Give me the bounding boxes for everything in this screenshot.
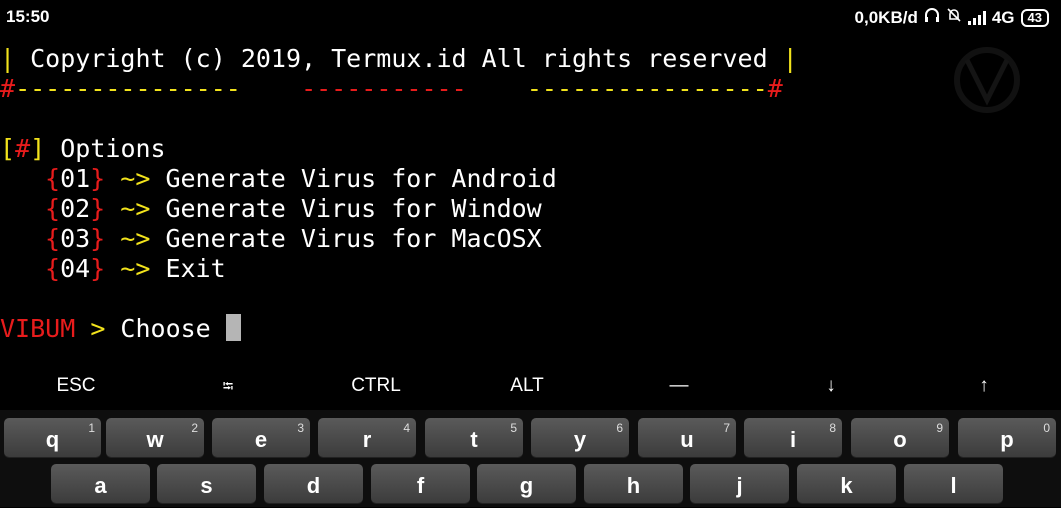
menu-arrow: ~> bbox=[105, 194, 166, 223]
key-hint: 2 bbox=[191, 421, 198, 435]
key-w[interactable]: w2 bbox=[106, 418, 204, 457]
options-label: Options bbox=[45, 134, 166, 163]
menu-arrow: ~> bbox=[105, 254, 166, 283]
options-hash: # bbox=[15, 134, 31, 163]
dash-key[interactable]: — bbox=[603, 368, 755, 404]
menu-number: 02 bbox=[60, 194, 91, 223]
tab-key[interactable]: ⭾ bbox=[152, 368, 304, 404]
key-e[interactable]: e3 bbox=[212, 418, 310, 457]
menu-text: Generate Virus for Android bbox=[165, 164, 557, 193]
extra-keys-row: ESC ⭾ CTRL ALT — ↓ ↑ bbox=[0, 368, 1061, 404]
watermark-logo-icon bbox=[942, 40, 1032, 120]
key-d[interactable]: d bbox=[264, 464, 363, 503]
key-l[interactable]: l bbox=[904, 464, 1003, 503]
key-j[interactable]: j bbox=[690, 464, 789, 503]
esc-key[interactable]: ESC bbox=[0, 368, 152, 404]
border-left: | bbox=[0, 44, 31, 73]
options-bracket-close: ] bbox=[30, 134, 46, 163]
menu-item-windows: {02} ~> Generate Virus for Window bbox=[45, 194, 542, 223]
key-hint: 3 bbox=[297, 421, 304, 435]
key-a[interactable]: a bbox=[51, 464, 150, 503]
menu-text: Generate Virus for MacOSX bbox=[165, 224, 542, 253]
key-hint: 9 bbox=[936, 421, 943, 435]
key-g[interactable]: g bbox=[477, 464, 576, 503]
key-u[interactable]: u7 bbox=[638, 418, 736, 457]
menu-number: 01 bbox=[60, 164, 91, 193]
menu-number: 04 bbox=[60, 254, 91, 283]
menu-number: 03 bbox=[60, 224, 91, 253]
up-arrow-key[interactable]: ↑ bbox=[908, 368, 1060, 404]
border-right: | bbox=[767, 44, 798, 73]
key-hint: 4 bbox=[403, 421, 410, 435]
key-h[interactable]: h bbox=[584, 464, 683, 503]
soft-keyboard: q1 w2 e3 r4 t5 y6 u7 i8 o9 p0 a s d f g … bbox=[0, 410, 1061, 507]
key-k[interactable]: k bbox=[797, 464, 896, 503]
separator-dashes-3: ---------------- bbox=[526, 74, 768, 103]
text-cursor[interactable] bbox=[225, 314, 241, 341]
prompt-line[interactable]: VIBUM > Choose bbox=[0, 314, 241, 344]
copyright-text: Copyright (c) 2019, Termux.id All rights… bbox=[30, 44, 768, 73]
separator-hash-left: # bbox=[0, 74, 16, 103]
key-hint: 8 bbox=[829, 421, 836, 435]
ctrl-key[interactable]: CTRL bbox=[300, 368, 452, 404]
options-heading: [#] Options bbox=[0, 134, 166, 164]
copyright-line: | Copyright (c) 2019, Termux.id All righ… bbox=[0, 44, 798, 74]
separator-gap-2 bbox=[467, 74, 527, 103]
key-hint: 5 bbox=[510, 421, 517, 435]
key-hint: 0 bbox=[1043, 421, 1050, 435]
menu-arrow: ~> bbox=[105, 224, 166, 253]
options-bracket-open: [ bbox=[0, 134, 16, 163]
key-y[interactable]: y6 bbox=[531, 418, 629, 457]
menu-text: Exit bbox=[165, 254, 226, 283]
key-s[interactable]: s bbox=[157, 464, 256, 503]
key-p[interactable]: p0 bbox=[958, 418, 1056, 457]
key-f[interactable]: f bbox=[371, 464, 470, 503]
key-i[interactable]: i8 bbox=[744, 418, 842, 457]
menu-item-exit: {04} ~> Exit bbox=[45, 254, 226, 283]
key-r[interactable]: r4 bbox=[318, 418, 416, 457]
key-t[interactable]: t5 bbox=[425, 418, 523, 457]
menu-item-android: {01} ~> Generate Virus for Android bbox=[45, 164, 557, 193]
down-arrow-key[interactable]: ↓ bbox=[755, 368, 907, 404]
key-hint: 6 bbox=[616, 421, 623, 435]
prompt-arrow: > bbox=[75, 314, 121, 343]
menu-arrow: ~> bbox=[105, 164, 166, 193]
separator-dashes-2: ----------- bbox=[301, 74, 467, 103]
separator-gap-1 bbox=[241, 74, 301, 103]
key-q[interactable]: q1 bbox=[4, 418, 101, 457]
separator-dashes-1: --------------- bbox=[15, 74, 241, 103]
alt-key[interactable]: ALT bbox=[451, 368, 603, 404]
menu-item-macosx: {03} ~> Generate Virus for MacOSX bbox=[45, 224, 542, 253]
prompt-text: Choose bbox=[120, 314, 226, 343]
separator-line: #--------------- ----------- -----------… bbox=[0, 74, 783, 104]
menu-text: Generate Virus for Window bbox=[165, 194, 542, 223]
key-o[interactable]: o9 bbox=[851, 418, 949, 457]
key-hint: 7 bbox=[723, 421, 730, 435]
prompt-name: VIBUM bbox=[0, 314, 76, 343]
terminal-view[interactable]: | Copyright (c) 2019, Termux.id All righ… bbox=[0, 0, 1061, 360]
separator-hash-right: # bbox=[767, 74, 783, 103]
key-hint: 1 bbox=[88, 421, 95, 435]
